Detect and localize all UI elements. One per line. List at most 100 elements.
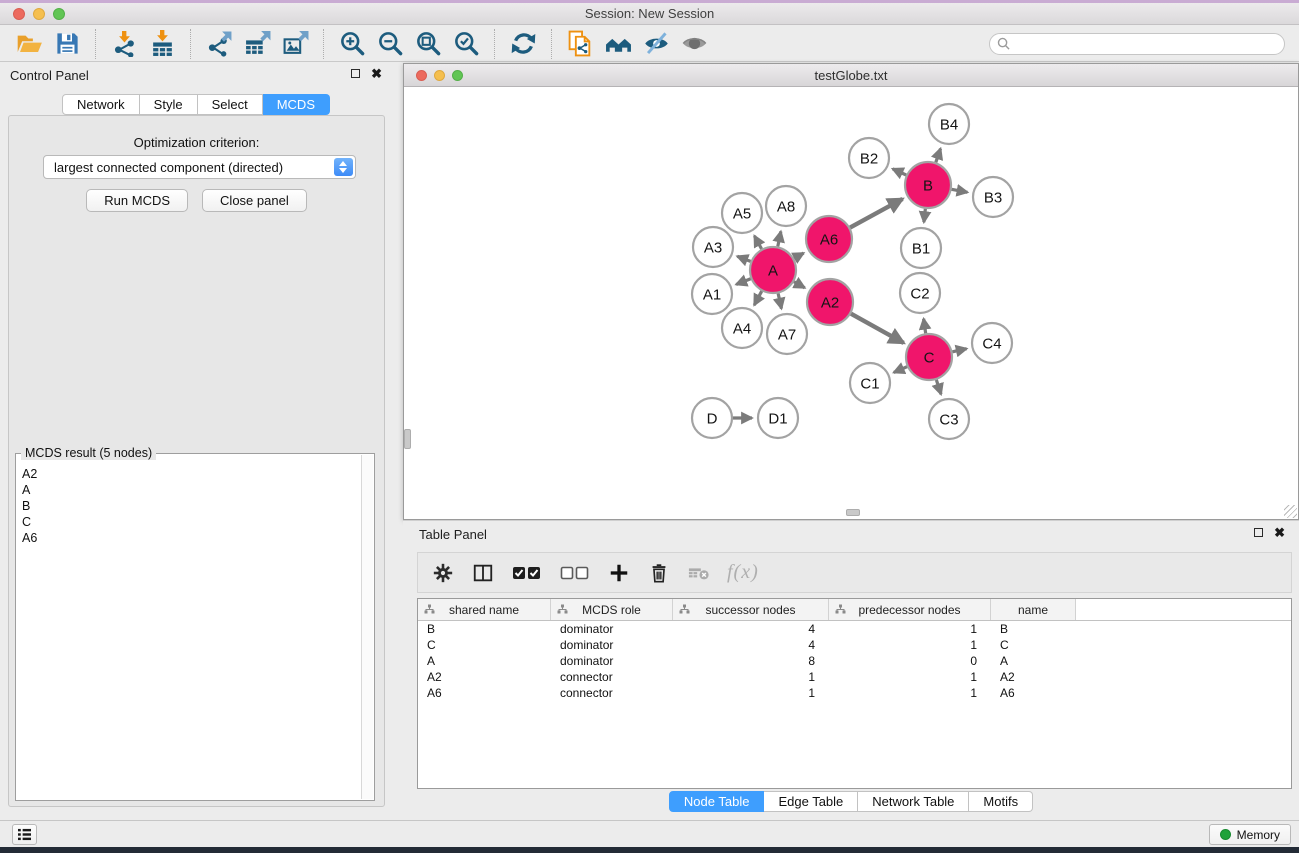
search-input[interactable] <box>1010 37 1277 51</box>
add-column-icon[interactable] <box>607 561 631 585</box>
export-network-icon[interactable] <box>204 29 234 59</box>
delete-column-trash-icon[interactable] <box>647 561 671 585</box>
table-cell[interactable]: 0 <box>829 654 991 668</box>
table-cell[interactable]: C <box>418 638 551 652</box>
graph-edge-A-A3[interactable] <box>737 256 750 261</box>
refresh-icon[interactable] <box>508 29 538 59</box>
table-cell[interactable]: B <box>991 622 1076 636</box>
network-window-titlebar[interactable]: testGlobe.txt <box>404 64 1298 87</box>
table-cell[interactable]: 1 <box>829 670 991 684</box>
criterion-select[interactable]: largest connected component (directed) <box>43 155 356 179</box>
table-cell[interactable]: B <box>418 622 551 636</box>
table-row-c[interactable]: Cdominator41C <box>418 637 1291 653</box>
tab-mcds[interactable]: MCDS <box>263 94 330 115</box>
open-folder-icon[interactable] <box>14 29 44 59</box>
table-cell[interactable]: A2 <box>418 670 551 684</box>
graph-edge-A-A8[interactable] <box>778 231 781 246</box>
table-tab-motifs[interactable]: Motifs <box>969 791 1033 812</box>
table-row-b[interactable]: Bdominator41B <box>418 621 1291 637</box>
save-icon[interactable] <box>52 29 82 59</box>
table-cell[interactable]: 1 <box>829 622 991 636</box>
graph-edge-A-A5[interactable] <box>754 236 761 249</box>
graph-edge-A-A6[interactable] <box>794 253 804 258</box>
table-cell[interactable]: A6 <box>418 686 551 700</box>
close-panel-button[interactable]: Close panel <box>202 189 307 212</box>
unselect-all-columns-icon[interactable] <box>559 561 591 585</box>
graph-edge-B-B2[interactable] <box>893 169 907 175</box>
table-cell[interactable]: dominator <box>551 622 673 636</box>
network-canvas[interactable]: B4B2BB3A8A5A6A3B1AA1C2A2A4A7C4CC1C3DD1 <box>404 88 1298 519</box>
column-header-predecessor-nodes[interactable]: predecessor nodes <box>829 599 991 620</box>
zoom-fit-icon[interactable] <box>413 29 443 59</box>
result-item-a2[interactable]: A2 <box>22 466 358 482</box>
close-panel-icon[interactable]: ✖ <box>371 68 382 79</box>
clone-network-icon[interactable] <box>565 29 595 59</box>
table-row-a6[interactable]: A6connector11A6 <box>418 685 1291 701</box>
column-header-MCDS-role[interactable]: MCDS role <box>551 599 673 620</box>
graph-edge-B-B4[interactable] <box>936 149 941 163</box>
delete-table-icon[interactable] <box>687 561 711 585</box>
table-cell[interactable]: connector <box>551 686 673 700</box>
graph-edge-C-C4[interactable] <box>952 349 966 352</box>
table-cell[interactable]: A <box>991 654 1076 668</box>
import-table-icon[interactable] <box>147 29 177 59</box>
zoom-selected-icon[interactable] <box>451 29 481 59</box>
tab-network[interactable]: Network <box>62 94 140 115</box>
table-cell[interactable]: C <box>991 638 1076 652</box>
vertical-scroll-thumb[interactable] <box>404 429 411 449</box>
column-header-name[interactable]: name <box>991 599 1076 620</box>
run-mcds-button[interactable]: Run MCDS <box>86 189 188 212</box>
column-header-shared-name[interactable]: shared name <box>418 599 551 620</box>
graph-edge-B-B3[interactable] <box>952 189 968 192</box>
graph-edge-A-A2[interactable] <box>794 282 805 288</box>
graph-edge-A-A7[interactable] <box>778 293 781 308</box>
eye-icon[interactable] <box>679 29 709 59</box>
zoom-in-icon[interactable] <box>337 29 367 59</box>
result-item-a6[interactable]: A6 <box>22 530 358 546</box>
graph-edge-A-A4[interactable] <box>754 291 761 305</box>
zoom-out-icon[interactable] <box>375 29 405 59</box>
table-settings-gear-icon[interactable] <box>431 561 455 585</box>
graph-edge-A2-C[interactable] <box>851 314 904 343</box>
graph-edge-C-C1[interactable] <box>894 367 907 373</box>
table-row-a2[interactable]: A2connector11A2 <box>418 669 1291 685</box>
mcds-result-list[interactable]: A2ABCA6 <box>22 466 358 796</box>
result-item-c[interactable]: C <box>22 514 358 530</box>
table-cell[interactable]: 1 <box>673 686 829 700</box>
table-row-a[interactable]: Adominator80A <box>418 653 1291 669</box>
float-panel-icon[interactable] <box>351 69 360 78</box>
tab-style[interactable]: Style <box>140 94 198 115</box>
close-table-panel-icon[interactable]: ✖ <box>1274 527 1285 538</box>
float-table-panel-icon[interactable] <box>1254 528 1263 537</box>
table-cell[interactable]: 8 <box>673 654 829 668</box>
table-tab-node-table[interactable]: Node Table <box>669 791 765 812</box>
graph-edge-A6-B[interactable] <box>850 199 902 228</box>
task-list-button[interactable] <box>12 824 37 845</box>
table-cell[interactable]: 4 <box>673 622 829 636</box>
network-graph[interactable]: B4B2BB3A8A5A6A3B1AA1C2A2A4A7C4CC1C3DD1 <box>404 88 1298 520</box>
select-all-columns-icon[interactable] <box>511 561 543 585</box>
table-cell[interactable]: 1 <box>829 638 991 652</box>
table-cell[interactable]: A2 <box>991 670 1076 684</box>
column-header-successor-nodes[interactable]: successor nodes <box>673 599 829 620</box>
column-layout-icon[interactable] <box>471 561 495 585</box>
table-cell[interactable]: dominator <box>551 654 673 668</box>
horizontal-scroll-thumb[interactable] <box>846 509 860 516</box>
result-item-a[interactable]: A <box>22 482 358 498</box>
table-cell[interactable]: 1 <box>673 670 829 684</box>
table-tab-edge-table[interactable]: Edge Table <box>764 791 858 812</box>
graph-edge-C-C2[interactable] <box>924 319 926 333</box>
table-cell[interactable]: 1 <box>829 686 991 700</box>
resize-grip[interactable] <box>1284 505 1297 518</box>
table-cell[interactable]: connector <box>551 670 673 684</box>
export-table-icon[interactable] <box>242 29 272 59</box>
result-item-b[interactable]: B <box>22 498 358 514</box>
table-cell[interactable]: A6 <box>991 686 1076 700</box>
home-icon[interactable] <box>603 29 633 59</box>
table-cell[interactable]: dominator <box>551 638 673 652</box>
search-field[interactable] <box>989 33 1285 55</box>
table-cell[interactable]: 4 <box>673 638 829 652</box>
graph-edge-B-B1[interactable] <box>924 209 925 222</box>
export-image-icon[interactable] <box>280 29 310 59</box>
table-cell[interactable]: A <box>418 654 551 668</box>
